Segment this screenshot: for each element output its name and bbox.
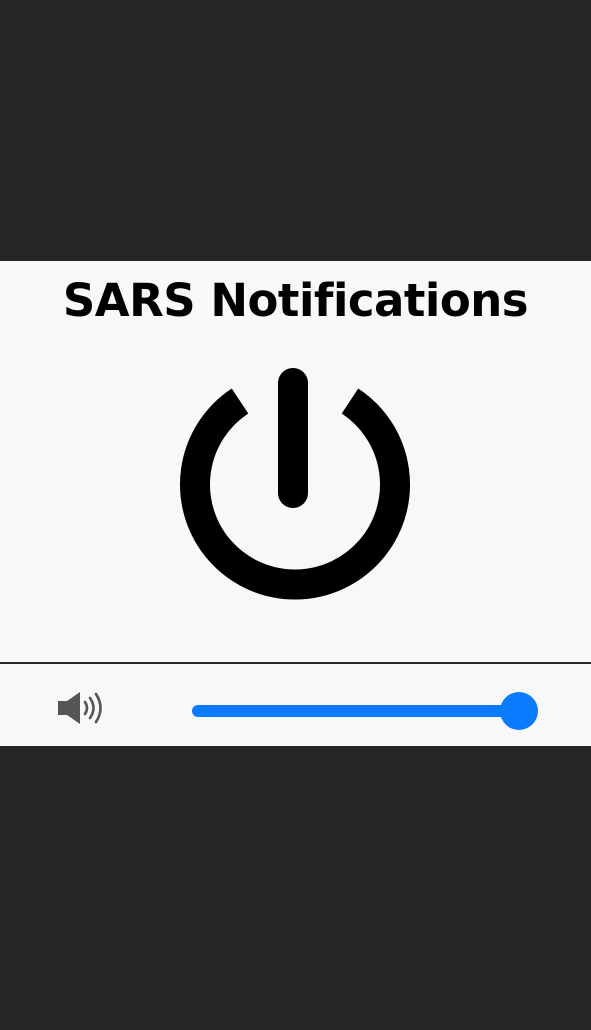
power-button[interactable]: [170, 361, 420, 621]
power-icon: [180, 368, 410, 600]
speaker-icon[interactable]: [56, 690, 110, 726]
notification-panel: SARS Notifications: [0, 261, 591, 746]
volume-slider[interactable]: [192, 690, 538, 730]
volume-slider-thumb[interactable]: [500, 692, 538, 730]
viewport: SARS Notifications: [0, 0, 591, 1030]
volume-slider-fill: [192, 705, 519, 717]
volume-row: [0, 664, 591, 746]
page-title: SARS Notifications: [62, 274, 529, 327]
